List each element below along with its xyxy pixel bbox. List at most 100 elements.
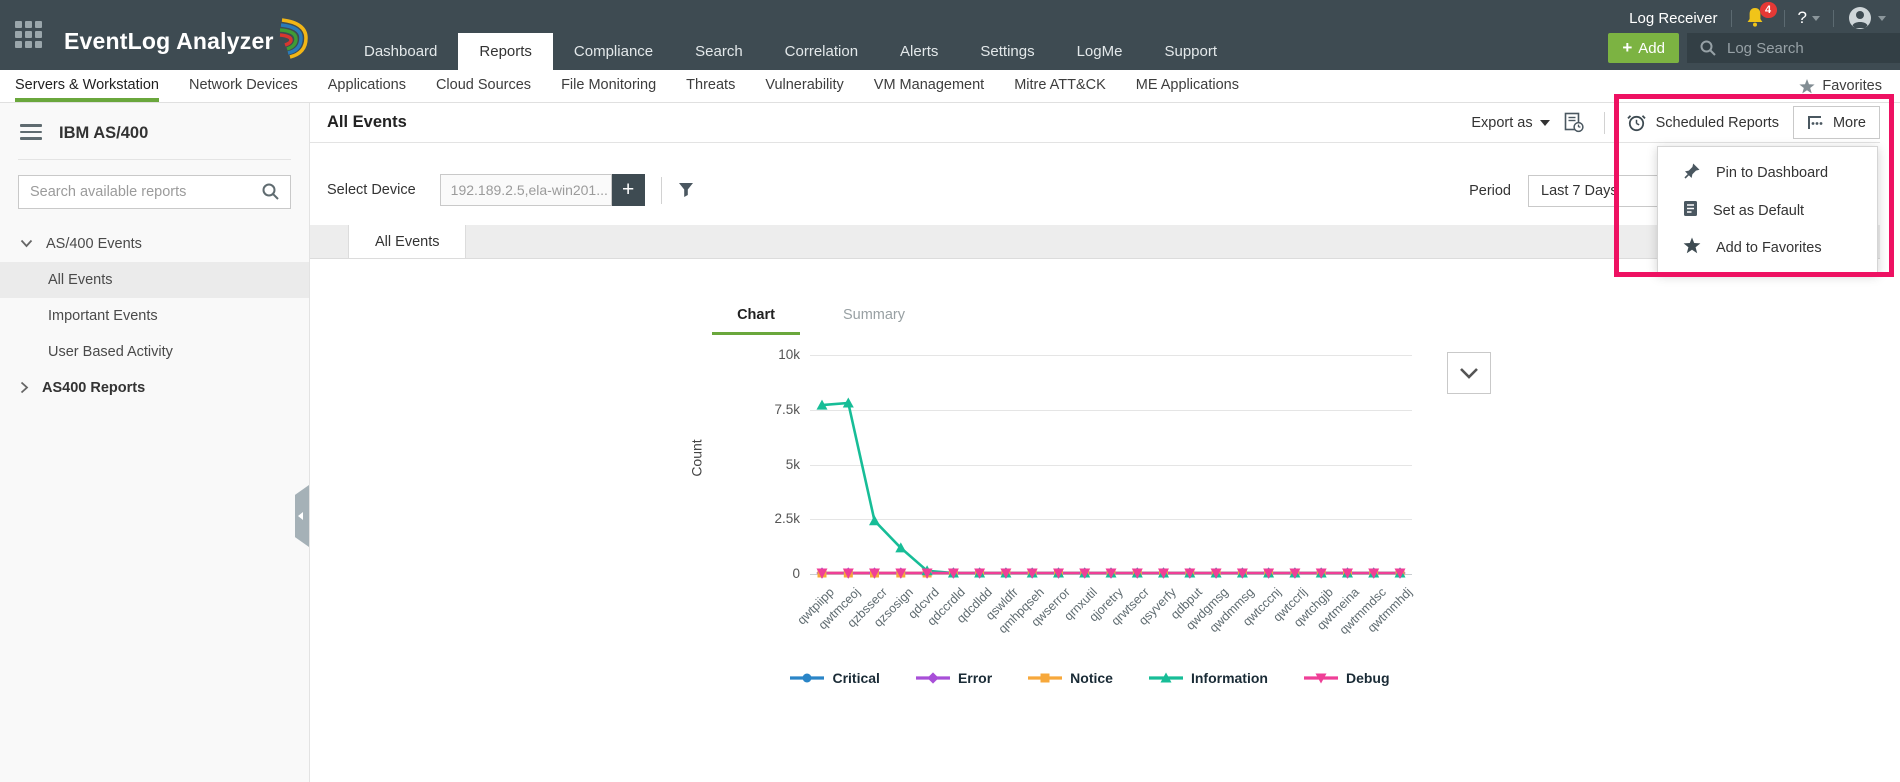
- sidebar-item-user-based-activity[interactable]: User Based Activity: [0, 334, 309, 370]
- secondary-nav: Servers & Workstation Network Devices Appl…: [0, 70, 1900, 103]
- sidebar-collapse-handle[interactable]: [295, 485, 309, 547]
- nav-item-settings[interactable]: Settings: [959, 33, 1055, 70]
- legend-item-critical[interactable]: Critical: [790, 670, 879, 686]
- subnav-item-me-applications[interactable]: ME Applications: [1136, 70, 1239, 102]
- y-tick-label: 10k: [750, 347, 800, 362]
- chevron-right-icon: [20, 381, 29, 394]
- page-title: All Events: [327, 113, 407, 132]
- select-device-label: Select Device: [327, 182, 416, 198]
- app-launcher-icon[interactable]: [15, 21, 45, 49]
- avatar-icon: [1847, 5, 1873, 31]
- chart-collapse-button[interactable]: [1447, 352, 1491, 394]
- y-tick-label: 7.5k: [750, 402, 800, 417]
- tab-summary[interactable]: Summary: [830, 307, 918, 335]
- help-icon: ?: [1798, 8, 1807, 28]
- export-schedule-icon[interactable]: [1564, 112, 1584, 133]
- chart-panel: Chart Summary Count 10k7.5k5k2.5k0qwtpii…: [310, 259, 1900, 782]
- report-search-input[interactable]: [30, 184, 262, 200]
- export-as-dropdown[interactable]: Export as: [1471, 115, 1549, 131]
- add-device-button[interactable]: +: [612, 174, 645, 206]
- favorites-button[interactable]: Favorites: [1799, 70, 1882, 102]
- app-logo: EventLog Analyzer: [64, 17, 312, 65]
- menu-item-set-as-default[interactable]: Set as Default: [1658, 192, 1877, 229]
- pin-icon: [1683, 162, 1701, 184]
- report-search-box: [18, 175, 291, 209]
- chevron-down-icon: [20, 239, 33, 248]
- legend-item-information[interactable]: Information: [1149, 670, 1268, 686]
- add-button[interactable]: + Add: [1608, 33, 1679, 63]
- star-icon: [1683, 237, 1701, 258]
- scheduled-reports-button[interactable]: Scheduled Reports: [1627, 113, 1779, 132]
- period-label: Period: [1469, 183, 1511, 199]
- sidebar-item-important-events[interactable]: Important Events: [0, 298, 309, 334]
- divider: [1604, 112, 1605, 134]
- legend-item-debug[interactable]: Debug: [1304, 670, 1390, 686]
- plot-area: 10k7.5k5k2.5k0qwtpiippqwtmceojqzbssecrqz…: [810, 355, 1412, 575]
- subnav-item-network-devices[interactable]: Network Devices: [189, 70, 298, 102]
- legend-marker-icon: [790, 671, 824, 685]
- menu-item-add-to-favorites[interactable]: Add to Favorites: [1658, 229, 1877, 266]
- report-tree: AS/400 EventsAll EventsImportant EventsU…: [0, 226, 309, 406]
- main-nav: DashboardReportsComplianceSearchCorrelat…: [343, 33, 1238, 70]
- report-title-row: All Events Export as Scheduled Reports M…: [310, 103, 1880, 143]
- search-icon: [1700, 40, 1716, 56]
- subnav-item-vm-management[interactable]: VM Management: [874, 70, 984, 102]
- filter-row: Select Device 192.189.2.5,ela-win201... …: [310, 143, 1880, 225]
- logo-swoosh-icon: [278, 17, 312, 65]
- legend-marker-icon: [1304, 671, 1338, 685]
- subnav-item-file-monitoring[interactable]: File Monitoring: [561, 70, 656, 102]
- filter-funnel-icon[interactable]: [678, 182, 694, 198]
- menu-item-pin-to-dashboard[interactable]: Pin to Dashboard: [1658, 154, 1877, 192]
- user-menu[interactable]: [1847, 5, 1886, 31]
- nav-item-search[interactable]: Search: [674, 33, 764, 70]
- legend-item-notice[interactable]: Notice: [1028, 670, 1113, 686]
- divider: [661, 177, 662, 204]
- log-receiver-link[interactable]: Log Receiver: [1629, 10, 1717, 27]
- divider: [1784, 10, 1785, 27]
- subnav-item-applications[interactable]: Applications: [328, 70, 406, 102]
- nav-item-reports[interactable]: Reports: [458, 33, 553, 70]
- subnav-item-mitre-att-ck[interactable]: Mitre ATT&CK: [1014, 70, 1106, 102]
- subnav-item-threats[interactable]: Threats: [686, 70, 735, 102]
- divider: [1833, 10, 1834, 27]
- sidebar-item-all-events[interactable]: All Events: [0, 262, 309, 298]
- nav-item-logme[interactable]: LogMe: [1056, 33, 1144, 70]
- more-button[interactable]: More: [1793, 106, 1880, 139]
- nav-item-alerts[interactable]: Alerts: [879, 33, 959, 70]
- search-icon[interactable]: [262, 183, 279, 200]
- device-input[interactable]: 192.189.2.5,ela-win201...: [440, 174, 612, 206]
- legend-item-error[interactable]: Error: [916, 670, 992, 686]
- chevron-down-icon: [1812, 16, 1820, 21]
- app-logo-text: EventLog Analyzer: [64, 28, 274, 55]
- log-search-box[interactable]: Log Search: [1687, 33, 1900, 63]
- y-tick-label: 5k: [750, 457, 800, 472]
- help-menu[interactable]: ?: [1798, 8, 1820, 28]
- sidebar-collapse-icon[interactable]: [20, 124, 42, 144]
- subnav-item-servers-workstation[interactable]: Servers & Workstation: [15, 70, 159, 102]
- alarm-clock-icon: [1627, 113, 1646, 132]
- y-axis-label: Count: [689, 439, 705, 476]
- tab-chart[interactable]: Chart: [712, 307, 800, 335]
- notifications-bell-icon[interactable]: 4: [1745, 6, 1771, 30]
- more-dropdown-menu: Pin to DashboardSet as DefaultAdd to Fav…: [1657, 146, 1878, 274]
- star-icon: [1799, 79, 1815, 94]
- nav-item-dashboard[interactable]: Dashboard: [343, 33, 458, 70]
- sidebar-item-as400-reports[interactable]: AS400 Reports: [0, 370, 309, 406]
- y-tick-label: 0: [750, 566, 800, 581]
- tab-all-events[interactable]: All Events: [348, 225, 466, 258]
- sidebar-item-as-400-events[interactable]: AS/400 Events: [0, 226, 309, 262]
- chart-view-tabs: Chart Summary: [712, 307, 918, 335]
- nav-item-support[interactable]: Support: [1143, 33, 1238, 70]
- chart-legend: Critical Error Notice Information Debug: [740, 670, 1440, 686]
- header-utilities: Log Receiver 4 ?: [1629, 5, 1886, 31]
- report-tabstrip: All Events: [310, 225, 1880, 259]
- chart-area: Count 10k7.5k5k2.5k0qwtpiippqwtmceojqzbs…: [740, 355, 1440, 575]
- subnav-item-cloud-sources[interactable]: Cloud Sources: [436, 70, 531, 102]
- sidebar-title: IBM AS/400: [59, 124, 148, 143]
- chevron-down-icon: [1540, 120, 1550, 126]
- subnav-item-vulnerability[interactable]: Vulnerability: [765, 70, 843, 102]
- nav-item-compliance[interactable]: Compliance: [553, 33, 674, 70]
- legend-marker-icon: [1028, 671, 1062, 685]
- nav-item-correlation[interactable]: Correlation: [764, 33, 879, 70]
- report-sidebar: IBM AS/400 AS/400 EventsAll EventsImport…: [0, 103, 310, 782]
